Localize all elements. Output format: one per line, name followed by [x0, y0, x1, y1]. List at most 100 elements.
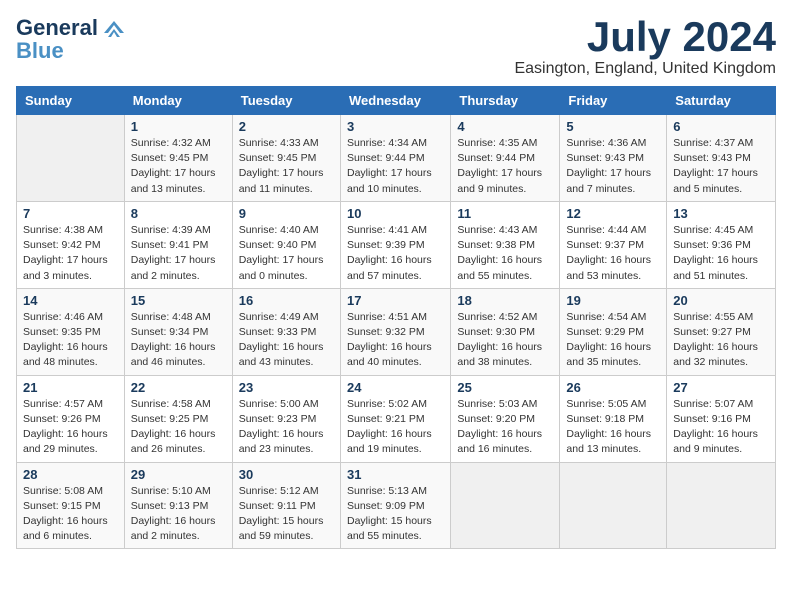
day-number: 21 [23, 380, 118, 395]
day-number: 23 [239, 380, 334, 395]
day-info: Sunrise: 4:48 AMSunset: 9:34 PMDaylight:… [131, 310, 226, 371]
calendar-cell: 30 Sunrise: 5:12 AMSunset: 9:11 PMDayligh… [232, 462, 340, 549]
header-day: Monday [124, 87, 232, 115]
header-row: SundayMondayTuesdayWednesdayThursdayFrid… [17, 87, 776, 115]
day-info: Sunrise: 5:10 AMSunset: 9:13 PMDaylight:… [131, 484, 226, 545]
calendar-cell [451, 462, 560, 549]
day-info: Sunrise: 4:58 AMSunset: 9:25 PMDaylight:… [131, 397, 226, 458]
day-number: 24 [347, 380, 444, 395]
calendar-cell: 19Sunrise: 4:54 AMSunset: 9:29 PMDayligh… [560, 288, 667, 375]
calendar-week-row: 7Sunrise: 4:38 AMSunset: 9:42 PMDaylight… [17, 201, 776, 288]
day-number: 7 [23, 206, 118, 221]
calendar-cell: 15 Sunrise: 4:48 AMSunset: 9:34 PMDayligh… [124, 288, 232, 375]
header-day: Sunday [17, 87, 125, 115]
calendar-cell: 27 Sunrise: 5:07 AMSunset: 9:16 PMDayligh… [667, 375, 776, 462]
day-info: Sunrise: 5:03 AMSunset: 9:20 PMDaylight:… [457, 397, 553, 458]
calendar-cell: 9 Sunrise: 4:40 AMSunset: 9:40 PMDaylight… [232, 201, 340, 288]
calendar-week-row: 28 Sunrise: 5:08 AMSunset: 9:15 PMDayligh… [17, 462, 776, 549]
calendar-cell: 29 Sunrise: 5:10 AMSunset: 9:13 PMDayligh… [124, 462, 232, 549]
day-info: Sunrise: 5:05 AMSunset: 9:18 PMDaylight:… [566, 397, 660, 458]
day-number: 1 [131, 119, 226, 134]
calendar-week-row: 21 Sunrise: 4:57 AMSunset: 9:26 PMDayligh… [17, 375, 776, 462]
calendar-cell: 20 Sunrise: 4:55 AMSunset: 9:27 PMDayligh… [667, 288, 776, 375]
logo-icon [100, 19, 128, 37]
calendar-cell: 12 Sunrise: 4:44 AMSunset: 9:37 PMDayligh… [560, 201, 667, 288]
logo-blue: Blue [16, 40, 64, 62]
calendar-cell: 5Sunrise: 4:36 AMSunset: 9:43 PMDaylight… [560, 115, 667, 202]
calendar-cell: 31 Sunrise: 5:13 AMSunset: 9:09 PMDayligh… [340, 462, 450, 549]
day-number: 14 [23, 293, 118, 308]
calendar-cell: 8 Sunrise: 4:39 AMSunset: 9:41 PMDaylight… [124, 201, 232, 288]
day-info: Sunrise: 4:35 AMSunset: 9:44 PMDaylight:… [457, 136, 553, 197]
day-info: Sunrise: 5:12 AMSunset: 9:11 PMDaylight:… [239, 484, 334, 545]
day-info: Sunrise: 5:00 AMSunset: 9:23 PMDaylight:… [239, 397, 334, 458]
calendar-cell: 21 Sunrise: 4:57 AMSunset: 9:26 PMDayligh… [17, 375, 125, 462]
day-number: 6 [673, 119, 769, 134]
calendar-cell: 10Sunrise: 4:41 AMSunset: 9:39 PMDayligh… [340, 201, 450, 288]
header-day: Friday [560, 87, 667, 115]
day-number: 9 [239, 206, 334, 221]
calendar-cell: 16Sunrise: 4:49 AMSunset: 9:33 PMDayligh… [232, 288, 340, 375]
calendar-cell: 18Sunrise: 4:52 AMSunset: 9:30 PMDayligh… [451, 288, 560, 375]
location: Easington, England, United Kingdom [514, 60, 776, 78]
day-number: 3 [347, 119, 444, 134]
header-day: Saturday [667, 87, 776, 115]
calendar-cell: 3Sunrise: 4:34 AMSunset: 9:44 PMDaylight… [340, 115, 450, 202]
logo-text: General [16, 16, 98, 40]
day-info: Sunrise: 4:44 AMSunset: 9:37 PMDaylight:… [566, 223, 660, 284]
calendar-cell: 2 Sunrise: 4:33 AMSunset: 9:45 PMDaylight… [232, 115, 340, 202]
day-info: Sunrise: 4:45 AMSunset: 9:36 PMDaylight:… [673, 223, 769, 284]
day-info: Sunrise: 4:57 AMSunset: 9:26 PMDaylight:… [23, 397, 118, 458]
day-number: 12 [566, 206, 660, 221]
day-info: Sunrise: 4:55 AMSunset: 9:27 PMDaylight:… [673, 310, 769, 371]
day-info: Sunrise: 5:08 AMSunset: 9:15 PMDaylight:… [23, 484, 118, 545]
day-number: 28 [23, 467, 118, 482]
day-number: 18 [457, 293, 553, 308]
day-info: Sunrise: 4:41 AMSunset: 9:39 PMDaylight:… [347, 223, 444, 284]
day-info: Sunrise: 4:40 AMSunset: 9:40 PMDaylight:… [239, 223, 334, 284]
day-info: Sunrise: 4:51 AMSunset: 9:32 PMDaylight:… [347, 310, 444, 371]
day-number: 13 [673, 206, 769, 221]
calendar-cell: 22 Sunrise: 4:58 AMSunset: 9:25 PMDayligh… [124, 375, 232, 462]
calendar-cell: 26 Sunrise: 5:05 AMSunset: 9:18 PMDayligh… [560, 375, 667, 462]
calendar-cell: 14Sunrise: 4:46 AMSunset: 9:35 PMDayligh… [17, 288, 125, 375]
calendar-cell: 6Sunrise: 4:37 AMSunset: 9:43 PMDaylight… [667, 115, 776, 202]
day-number: 11 [457, 206, 553, 221]
title-block: July 2024 Easington, England, United Kin… [514, 16, 776, 78]
calendar-cell: 25 Sunrise: 5:03 AMSunset: 9:20 PMDayligh… [451, 375, 560, 462]
page-header: General Blue July 2024 Easington, Englan… [16, 16, 776, 78]
day-number: 17 [347, 293, 444, 308]
day-number: 19 [566, 293, 660, 308]
day-number: 29 [131, 467, 226, 482]
day-info: Sunrise: 4:33 AMSunset: 9:45 PMDaylight:… [239, 136, 334, 197]
header-day: Wednesday [340, 87, 450, 115]
day-number: 25 [457, 380, 553, 395]
calendar-cell: 1Sunrise: 4:32 AMSunset: 9:45 PMDaylight… [124, 115, 232, 202]
calendar-cell [17, 115, 125, 202]
calendar-week-row: 1Sunrise: 4:32 AMSunset: 9:45 PMDaylight… [17, 115, 776, 202]
day-info: Sunrise: 5:02 AMSunset: 9:21 PMDaylight:… [347, 397, 444, 458]
calendar-cell: 4Sunrise: 4:35 AMSunset: 9:44 PMDaylight… [451, 115, 560, 202]
day-info: Sunrise: 4:39 AMSunset: 9:41 PMDaylight:… [131, 223, 226, 284]
header-day: Tuesday [232, 87, 340, 115]
day-info: Sunrise: 5:07 AMSunset: 9:16 PMDaylight:… [673, 397, 769, 458]
day-info: Sunrise: 5:13 AMSunset: 9:09 PMDaylight:… [347, 484, 444, 545]
day-number: 2 [239, 119, 334, 134]
calendar-week-row: 14Sunrise: 4:46 AMSunset: 9:35 PMDayligh… [17, 288, 776, 375]
day-number: 22 [131, 380, 226, 395]
day-number: 15 [131, 293, 226, 308]
calendar-cell [667, 462, 776, 549]
day-number: 26 [566, 380, 660, 395]
calendar-table: SundayMondayTuesdayWednesdayThursdayFrid… [16, 86, 776, 549]
day-number: 30 [239, 467, 334, 482]
day-number: 8 [131, 206, 226, 221]
day-number: 20 [673, 293, 769, 308]
day-number: 5 [566, 119, 660, 134]
header-day: Thursday [451, 87, 560, 115]
calendar-cell: 24 Sunrise: 5:02 AMSunset: 9:21 PMDayligh… [340, 375, 450, 462]
logo: General Blue [16, 16, 128, 62]
calendar-cell [560, 462, 667, 549]
day-number: 27 [673, 380, 769, 395]
day-number: 31 [347, 467, 444, 482]
calendar-cell: 23 Sunrise: 5:00 AMSunset: 9:23 PMDayligh… [232, 375, 340, 462]
